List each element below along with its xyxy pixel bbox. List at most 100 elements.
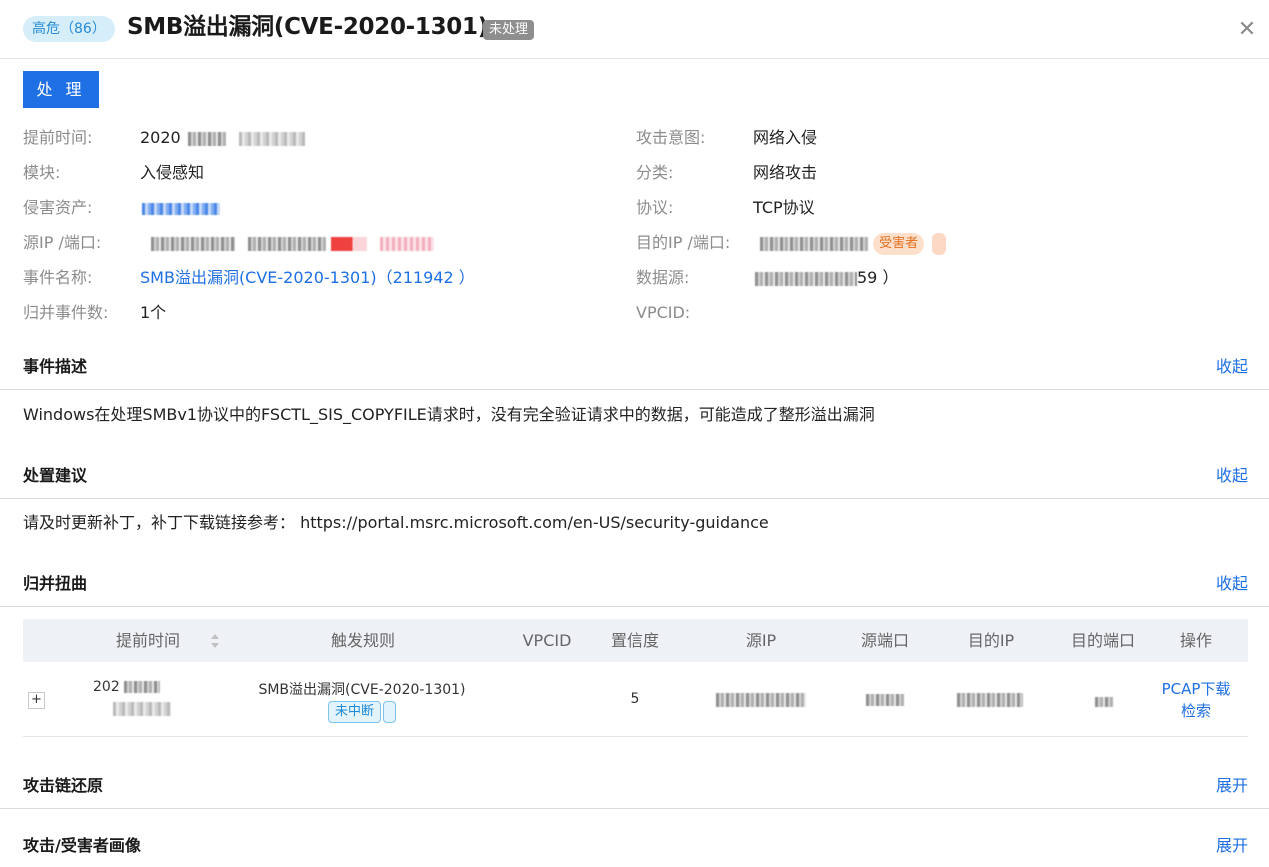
- field-label: 模块:: [23, 163, 61, 182]
- section-title: 事件描述: [23, 357, 88, 376]
- field-label: VPCID:: [636, 303, 691, 322]
- cell-source-port: [865, 692, 905, 708]
- sort-icon[interactable]: [210, 632, 220, 650]
- field-source-ip: 源IP /端口:: [23, 232, 603, 254]
- rule-tags: 未中断: [252, 701, 472, 723]
- expand-row-button[interactable]: +: [28, 692, 45, 709]
- field-category: 分类: 网络攻击: [636, 162, 1236, 184]
- field-value: 网络攻击: [753, 163, 818, 182]
- close-icon[interactable]: ✕: [1236, 19, 1258, 41]
- column-header-destination-port: 目的端口: [1070, 631, 1135, 650]
- field-value: 入侵感知: [140, 163, 205, 182]
- redacted-text: [151, 236, 235, 251]
- field-label: 目的IP /端口:: [636, 233, 731, 252]
- field-protocol: 协议: TCP协议: [636, 197, 1236, 219]
- alert-time-year: 2020: [140, 128, 181, 147]
- section-title: 处置建议: [23, 466, 88, 485]
- field-value: TCP协议: [753, 198, 815, 217]
- field-value: 2020: [140, 127, 305, 149]
- redacted-text: [760, 236, 868, 251]
- search-link[interactable]: 检索: [1151, 700, 1241, 722]
- field-value[interactable]: [142, 197, 220, 219]
- merged-events-table: 提前时间 触发规则 VPCID 置信度 源IP 源端口 目的IP 目的端口 操作…: [23, 619, 1248, 737]
- redacted-text: [331, 236, 368, 251]
- rule-name: SMB溢出漏洞(CVE-2020-1301): [258, 682, 466, 698]
- field-label: 源IP /端口:: [23, 233, 102, 252]
- advice-text: 请及时更新补丁，补丁下载链接参考： https://portal.msrc.mi…: [23, 513, 769, 532]
- rule-status-tag: 未中断: [327, 701, 381, 723]
- section-attack-chain: 攻击链还原 展开: [0, 761, 1269, 809]
- cell-destination-ip: [955, 692, 1025, 708]
- redacted-text: [248, 236, 327, 251]
- section-advice: 处置建议 收起: [0, 451, 1269, 499]
- column-header-source-ip: 源IP: [745, 631, 777, 650]
- redacted-text: [716, 693, 806, 707]
- field-label: 提前时间:: [23, 128, 93, 147]
- tag-overflow: [932, 232, 947, 255]
- field-alert-time: 提前时间: 2020: [23, 127, 603, 149]
- collapse-button[interactable]: 收起: [1216, 356, 1248, 378]
- field-event-name: 事件名称: SMB溢出漏洞(CVE-2020-1301)（211942 ）: [23, 267, 603, 289]
- section-title: 攻击链还原: [23, 776, 104, 795]
- page-title: SMB溢出漏洞(CVE-2020-1301): [127, 14, 488, 40]
- severity-badge: 高危（86）: [23, 16, 115, 42]
- field-intent: 攻击意图: 网络入侵: [636, 127, 1236, 149]
- redacted-text: [380, 236, 435, 251]
- description-text: Windows在处理SMBv1协议中的FSCTL_SIS_COPYFILE请求时…: [23, 405, 875, 424]
- datasource-suffix: 59 ）: [857, 268, 899, 287]
- field-label: 攻击意图:: [636, 128, 706, 147]
- field-value: 1个: [140, 303, 167, 322]
- status-badge: 未处理: [483, 20, 535, 40]
- section-description: 事件描述 收起: [0, 342, 1269, 390]
- column-header-time[interactable]: 提前时间: [83, 619, 213, 662]
- field-merged-count: 归并事件数: 1个: [23, 302, 603, 324]
- cell-confidence: 5: [630, 691, 640, 707]
- column-header-actions: 操作: [1179, 631, 1212, 650]
- cell-source-ip: [715, 692, 807, 708]
- redacted-asset-link[interactable]: [142, 202, 220, 215]
- field-label: 事件名称:: [23, 268, 93, 287]
- field-label: 侵害资产:: [23, 198, 93, 217]
- cell-actions: PCAP下载 检索: [1151, 678, 1241, 722]
- section-title: 归并扭曲: [23, 574, 88, 593]
- expand-button[interactable]: 展开: [1216, 775, 1248, 797]
- section-title: 攻击/受害者画像: [23, 836, 141, 855]
- field-label: 数据源:: [636, 268, 690, 287]
- column-header-confidence: 置信度: [610, 631, 659, 650]
- collapse-button[interactable]: 收起: [1216, 465, 1248, 487]
- field-value: 59 ）: [755, 267, 898, 289]
- event-name-link[interactable]: SMB溢出漏洞(CVE-2020-1301)（211942 ）: [140, 267, 475, 289]
- victim-tag: 受害者: [873, 232, 925, 255]
- column-header-vpcid: VPCID: [522, 631, 572, 650]
- collapse-button[interactable]: 收起: [1216, 573, 1248, 595]
- column-header-source-port: 源端口: [860, 631, 909, 650]
- redacted-text: [187, 131, 226, 146]
- cell-time-line2: [113, 701, 183, 717]
- drawer-header: 高危（86） SMB溢出漏洞(CVE-2020-1301) 未处理 ✕: [0, 0, 1269, 59]
- field-label: 协议:: [636, 198, 674, 217]
- field-asset: 侵害资产:: [23, 197, 603, 219]
- field-value: 受害者: [760, 232, 947, 255]
- handle-button[interactable]: 处 理: [23, 71, 99, 108]
- redacted-text: [238, 131, 305, 146]
- table-row: + 202 SMB溢出漏洞(CVE-2020-1301) 未中断 5 PCAP下…: [23, 662, 1248, 737]
- field-label: 归并事件数:: [23, 303, 109, 322]
- column-header-destination-ip: 目的IP: [967, 631, 1015, 650]
- expand-button[interactable]: 展开: [1216, 835, 1248, 857]
- field-module: 模块: 入侵感知: [23, 162, 603, 184]
- redacted-text: [1095, 697, 1113, 707]
- field-vpcid: VPCID:: [636, 302, 1236, 324]
- cell-destination-port: [1094, 694, 1114, 710]
- tag-overflow: [383, 701, 396, 723]
- field-destination-ip: 目的IP /端口: 受害者: [636, 232, 1236, 255]
- redacted-text: [124, 681, 161, 693]
- field-datasource: 数据源: 59 ）: [636, 267, 1236, 289]
- section-profile: 攻击/受害者画像 展开: [0, 821, 1269, 867]
- table-header: 提前时间 触发规则 VPCID 置信度 源IP 源端口 目的IP 目的端口 操作: [23, 619, 1248, 662]
- field-value: 网络入侵: [753, 128, 818, 147]
- field-label: 分类:: [636, 163, 674, 182]
- column-header-rule: 触发规则: [330, 631, 395, 650]
- time-prefix: 202: [93, 679, 120, 695]
- redacted-text: [113, 702, 171, 716]
- pcap-download-link[interactable]: PCAP下载: [1151, 678, 1241, 700]
